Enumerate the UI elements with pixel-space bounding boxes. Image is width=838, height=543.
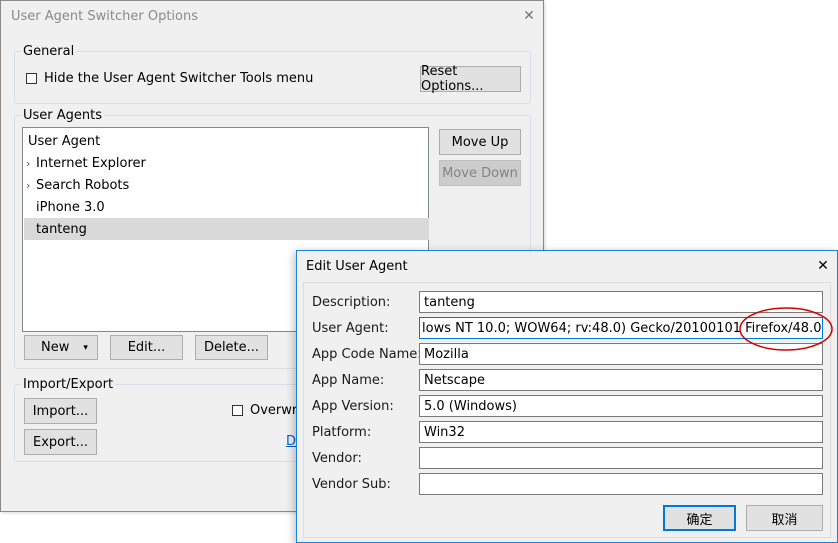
description-label: Description:: [312, 295, 391, 310]
vendor-sub-label: Vendor Sub:: [312, 477, 391, 492]
app-version-field[interactable]: 5.0 (Windows): [419, 395, 823, 417]
tree-item-label: User Agent: [28, 133, 101, 149]
edit-button[interactable]: Edit...: [110, 335, 183, 360]
ok-button[interactable]: 确定: [663, 505, 736, 531]
dialog-title: Edit User Agent: [306, 259, 408, 274]
close-icon[interactable]: ✕: [811, 255, 835, 277]
new-button[interactable]: New ▾: [24, 335, 98, 360]
options-window-title: User Agent Switcher Options: [11, 9, 198, 24]
tree-item-user-agent[interactable]: User Agent: [24, 130, 431, 152]
chevron-right-icon[interactable]: ›: [26, 157, 36, 170]
tree-item-label: Search Robots: [36, 177, 130, 193]
app-name-field[interactable]: Netscape: [419, 369, 823, 391]
app-code-name-label: App Code Name:: [312, 347, 422, 362]
vendor-field[interactable]: [419, 447, 823, 469]
vendor-label: Vendor:: [312, 451, 362, 466]
overwrite-checkbox[interactable]: [232, 405, 243, 416]
highlight-ellipse-icon: [739, 307, 833, 351]
user-agent-label: User Agent:: [312, 321, 389, 336]
import-button[interactable]: Import...: [24, 398, 97, 424]
export-button[interactable]: Export...: [24, 429, 97, 455]
tree-item-label: tanteng: [36, 221, 87, 237]
tree-item-label: iPhone 3.0: [36, 199, 105, 215]
user-agents-group-label: User Agents: [21, 108, 105, 123]
tree-item-search-robots[interactable]: › Search Robots: [24, 174, 429, 196]
vendor-sub-field[interactable]: [419, 473, 823, 495]
new-button-label: New: [41, 340, 70, 355]
import-export-link[interactable]: D: [286, 434, 296, 449]
platform-label: Platform:: [312, 425, 372, 440]
hide-menu-label: Hide the User Agent Switcher Tools menu: [44, 71, 314, 86]
reset-options-button[interactable]: Reset Options...: [420, 64, 521, 94]
tree-item-iphone[interactable]: iPhone 3.0: [24, 196, 439, 218]
tree-item-label: Internet Explorer: [36, 155, 146, 171]
app-name-label: App Name:: [312, 373, 385, 388]
platform-field[interactable]: Win32: [419, 421, 823, 443]
chevron-right-icon[interactable]: ›: [26, 179, 36, 192]
import-export-group-label: Import/Export: [21, 377, 116, 392]
close-icon[interactable]: ✕: [517, 5, 541, 27]
tree-item-internet-explorer[interactable]: › Internet Explorer: [24, 152, 429, 174]
tree-item-tanteng-selected[interactable]: tanteng: [24, 218, 429, 240]
delete-button[interactable]: Delete...: [195, 335, 268, 360]
edit-user-agent-dialog: Edit User Agent ✕ Description: tanteng U…: [296, 250, 838, 543]
move-up-button[interactable]: Move Up: [439, 129, 521, 155]
hide-menu-checkbox[interactable]: [26, 73, 37, 84]
app-version-label: App Version:: [312, 399, 394, 414]
general-group-label: General: [21, 44, 77, 59]
dropdown-arrow-icon[interactable]: ▾: [83, 343, 88, 353]
cancel-button[interactable]: 取消: [746, 505, 823, 531]
move-down-button[interactable]: Move Down: [439, 160, 521, 186]
